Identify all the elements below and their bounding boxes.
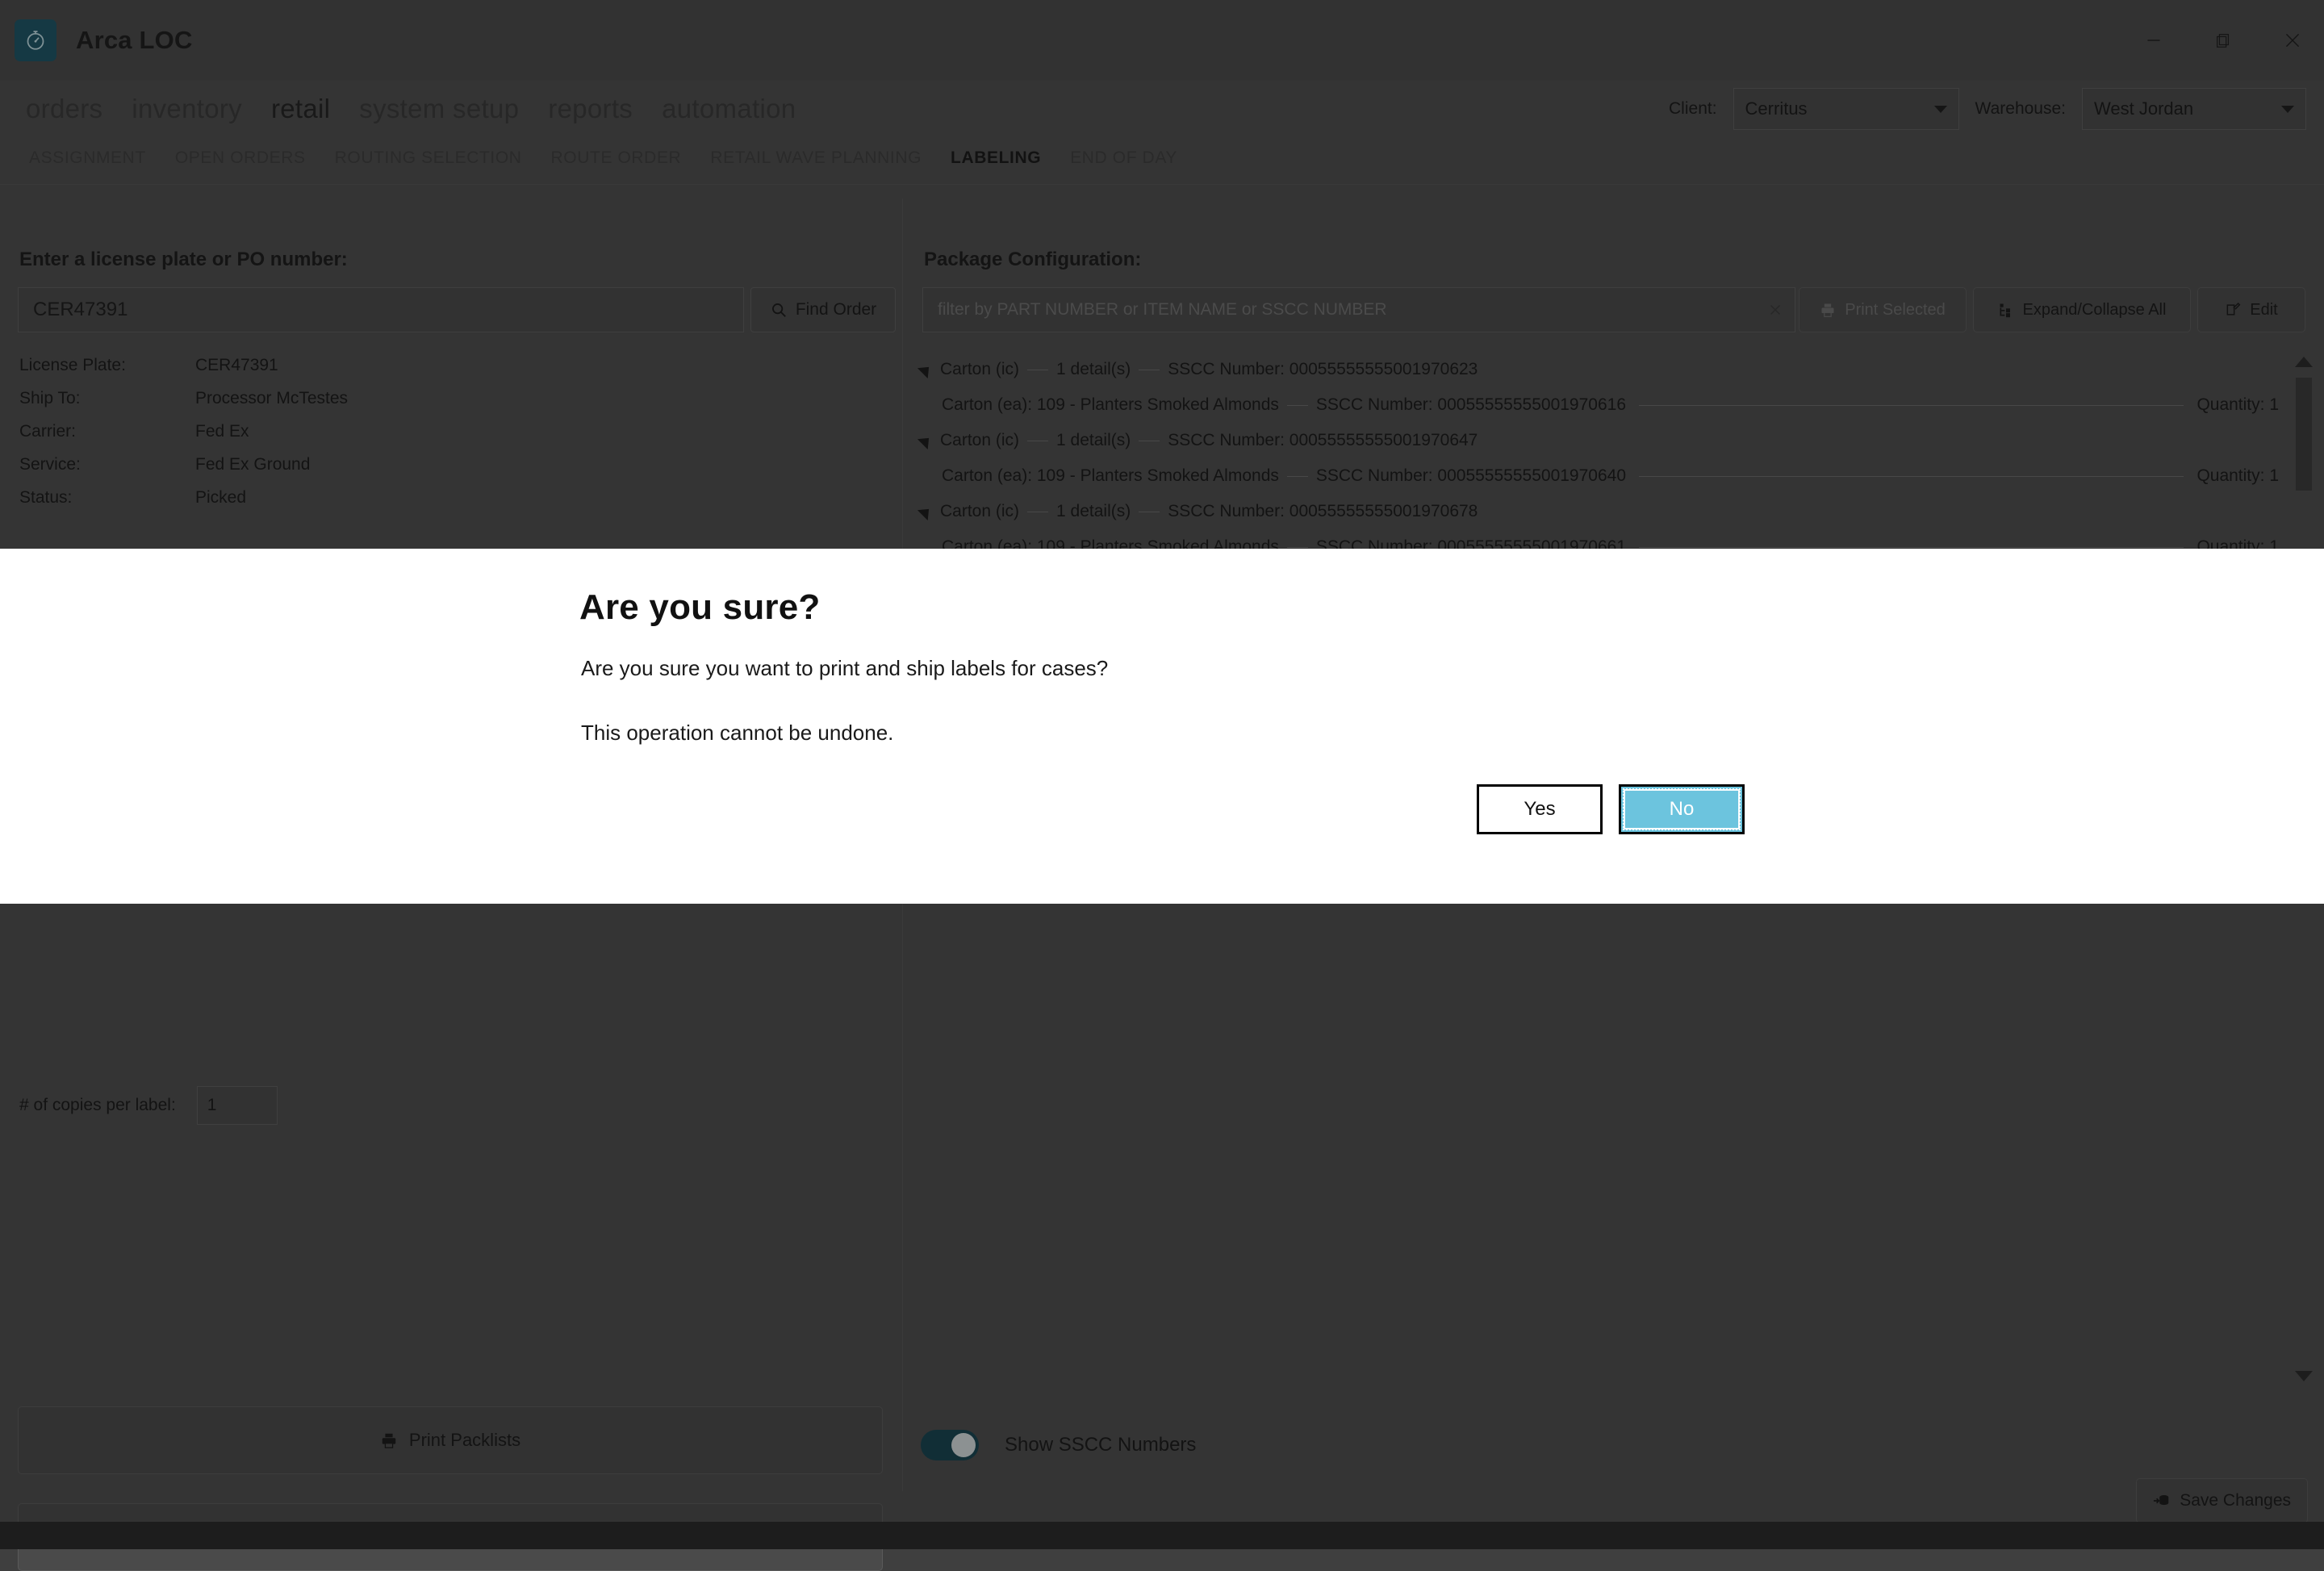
dialog-no-button[interactable]: No [1619, 784, 1745, 834]
confirm-dialog: Are you sure? Are you sure you want to p… [0, 549, 2324, 904]
dialog-message-primary: Are you sure you want to print and ship … [581, 656, 1108, 681]
dialog-title: Are you sure? [579, 587, 820, 628]
dialog-yes-button[interactable]: Yes [1477, 784, 1603, 834]
dialog-actions: Yes No [1477, 784, 1745, 834]
dialog-message-secondary: This operation cannot be undone. [581, 721, 893, 746]
